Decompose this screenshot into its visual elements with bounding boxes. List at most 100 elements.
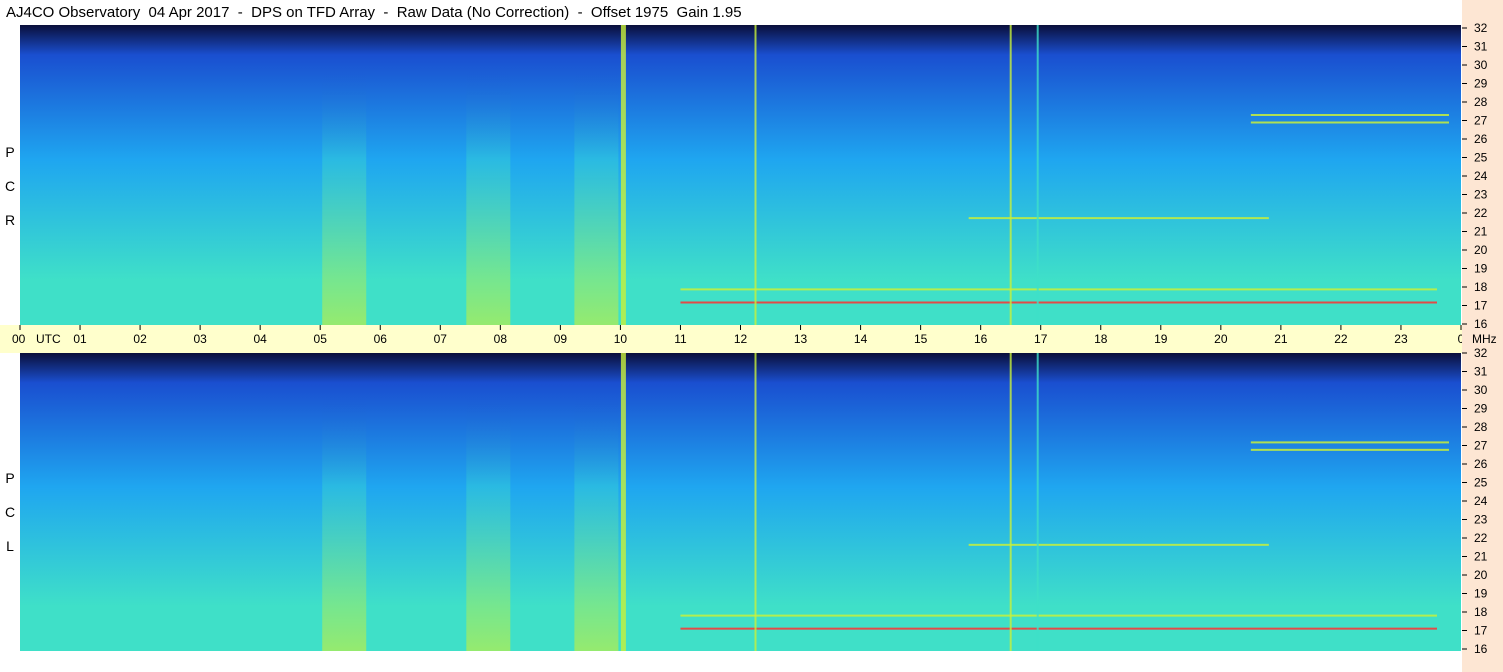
broad-emission-2 [574,70,619,325]
lcp-freq-label-2: 18 [1474,605,1488,619]
rcp-freq-label-14: 30 [1474,58,1488,72]
frequency-axis-svg: MHz1617181920212223242526272829303132161… [1462,21,1497,656]
utc-tick-label-10: 10 [614,332,628,346]
utc-tick-label-21: 21 [1274,332,1288,346]
rcp-freq-label-15: 31 [1474,40,1488,54]
utc-tick-label-13: 13 [794,332,808,346]
interference-band-0 [680,301,1437,304]
lcp-letter-p: P [5,470,15,486]
broad-emission-0 [322,70,367,325]
rcp-freq-label-8: 24 [1474,169,1488,183]
lcp-freq-label-1: 17 [1474,624,1488,638]
rcp-freq-label-12: 28 [1474,95,1488,109]
utc-tick-label-14: 14 [854,332,868,346]
rcp-freq-label-0: 16 [1474,317,1488,331]
rcp-label: P C R [4,135,16,237]
utc-tick-label-2: 02 [133,332,147,346]
lcp-spectrogram-svg [20,353,1461,651]
interference-band-2 [968,543,1269,546]
utc-tick-label-22: 22 [1334,332,1348,346]
rcp-spectrogram [20,25,1461,325]
rcp-freq-label-7: 23 [1474,188,1488,202]
lcp-spectrogram [20,353,1461,653]
rcp-freq-label-6: 22 [1474,206,1488,220]
interference-band-0 [680,627,1437,630]
lcp-freq-label-11: 27 [1474,439,1488,453]
lcp-letter-l: L [6,538,14,554]
utc-tick-label-8: 08 [494,332,508,346]
utc-tick-label-16: 16 [974,332,988,346]
rcp-freq-label-5: 21 [1474,225,1488,239]
interference-band-2 [968,217,1269,220]
lcp-freq-label-15: 31 [1474,365,1488,379]
utc-tick-label-11: 11 [674,332,687,346]
utc-tick-label-4: 04 [253,332,267,346]
title-bar: AJ4CO Observatory 04 Apr 2017 - DPS on T… [0,0,1462,25]
vertical-feature-0 [620,353,626,651]
broad-emission-1 [466,397,511,651]
rcp-freq-label-10: 26 [1474,132,1488,146]
lcp-freq-label-6: 22 [1474,531,1488,545]
utc-unit-label: UTC [36,332,61,346]
utc-tick-label-7: 07 [434,332,448,346]
lcp-freq-label-16: 32 [1474,346,1488,360]
lcp-freq-label-4: 20 [1474,568,1488,582]
rcp-freq-label-4: 20 [1474,243,1488,257]
page-title: AJ4CO Observatory 04 Apr 2017 - DPS on T… [6,4,742,21]
utc-tick-label-12: 12 [734,332,748,346]
lcp-label: P C L [4,461,16,563]
mhz-unit-label: MHz [1472,332,1497,346]
lcp-freq-label-12: 28 [1474,420,1488,434]
lcp-freq-label-14: 30 [1474,383,1488,397]
frequency-axis: MHz 16 17 18 19 20 21 22 23 24 25 26 27 28 29 30 31 32 16 1… [1462,0,1503,672]
utc-tick-label-5: 05 [314,332,328,346]
rcp-freq-label-2: 18 [1474,280,1488,294]
utc-tick-label-1: 01 [73,332,87,346]
utc-tick-label-3: 03 [193,332,207,346]
vertical-feature-1 [754,353,757,651]
interference-band-3 [1250,448,1449,451]
vertical-feature-2 [1009,25,1012,325]
utc-time-axis-svg: 00 01 02 03 04 05 06 07 08 09 10 11 12 13 14 15 16 17 18 19… [12,325,1462,346]
rcp-freq-label-13: 29 [1474,77,1488,91]
lcp-freq-label-0: 16 [1474,642,1488,656]
broad-emission-1 [466,70,511,325]
interference-band-4 [1250,114,1449,116]
vertical-feature-1 [754,25,757,325]
rcp-freq-label-3: 19 [1474,262,1488,276]
spectrogram-background [20,353,1461,651]
broad-emission-2 [574,397,619,651]
rcp-spectrogram-svg [20,25,1461,325]
broad-emission-0 [322,397,367,651]
vertical-feature-2 [1009,353,1012,651]
interference-band-4 [1250,441,1449,444]
interference-band-1 [680,614,1437,617]
lcp-freq-label-5: 21 [1474,550,1488,564]
vertical-feature-3 [1036,353,1039,651]
utc-tick-label-18: 18 [1094,332,1108,346]
vertical-feature-0 [620,25,626,325]
rcp-letter-p: P [5,144,15,160]
vertical-feature-3 [1036,25,1039,325]
interference-band-3 [1250,121,1449,124]
spectrogram-background [20,25,1461,325]
rcp-letter-r: R [4,212,16,228]
lcp-freq-label-13: 29 [1474,402,1488,416]
utc-tick-label-15: 15 [914,332,928,346]
rcp-freq-label-1: 17 [1474,299,1488,313]
rcp-letter-c: C [4,178,16,194]
interference-band-1 [680,288,1437,291]
utc-tick-label-23: 23 [1394,332,1408,346]
lcp-freq-label-10: 26 [1474,457,1488,471]
utc-tick-label-17: 17 [1034,332,1048,346]
utc-time-axis: 00 01 02 03 04 05 06 07 08 09 10 11 12 13 14 15 16 17 18 19… [0,325,1462,353]
utc-tick-label-6: 06 [374,332,388,346]
utc-tick-label-9: 09 [554,332,568,346]
lcp-letter-c: C [4,504,16,520]
lcp-freq-label-7: 23 [1474,513,1488,527]
rcp-freq-label-11: 27 [1474,114,1488,128]
rcp-freq-label-16: 32 [1474,21,1488,35]
utc-tick-label-0: 00 [12,332,26,346]
lcp-freq-label-8: 24 [1474,494,1488,508]
utc-tick-label-19: 19 [1154,332,1168,346]
